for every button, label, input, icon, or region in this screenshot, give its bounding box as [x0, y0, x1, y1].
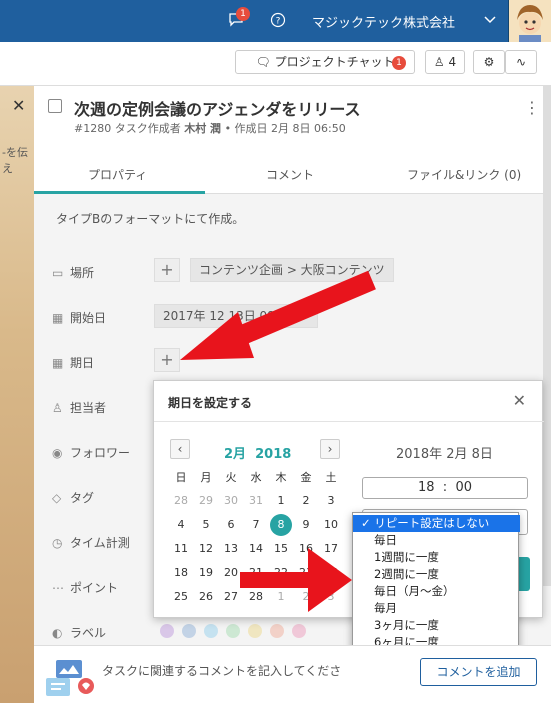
- arrow-to-dropdown: [240, 548, 352, 612]
- annotation-arrows: [180, 270, 376, 612]
- arrow-to-due-date: [180, 270, 376, 360]
